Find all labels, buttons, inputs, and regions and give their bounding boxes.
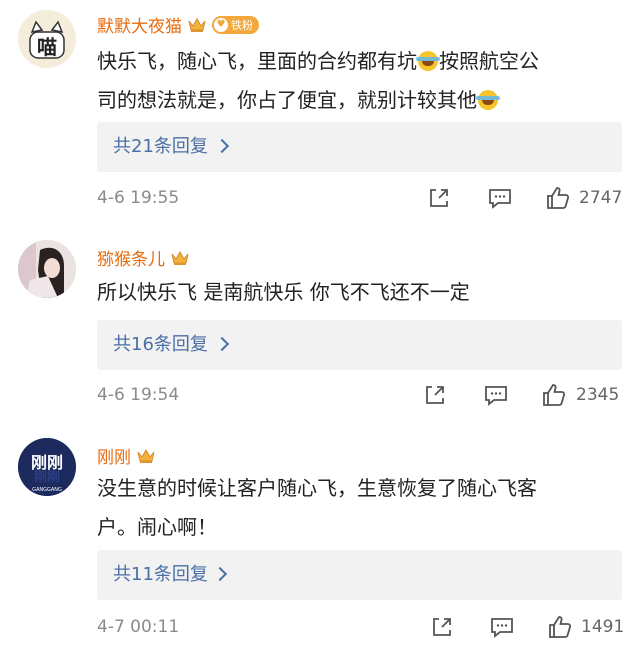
like-count: 2345	[576, 385, 620, 405]
comment-item: 刚刚 刚刚 GANGGANG 刚刚 没生意的时候让客户随心飞，生意恢复了随心飞客…	[0, 425, 640, 649]
reply-count-link[interactable]: 共16条回复	[113, 320, 208, 370]
like-icon[interactable]	[547, 614, 573, 640]
crown-icon	[171, 250, 189, 265]
fan-badge: ♥ 铁粉	[212, 15, 259, 34]
reply-count-link[interactable]: 共21条回复	[113, 122, 208, 172]
avatar[interactable]	[18, 240, 76, 298]
chevron-right-icon	[212, 566, 228, 582]
share-icon[interactable]	[427, 186, 451, 210]
like-count: 1491	[581, 617, 625, 637]
reply-summary[interactable]: 共11条回复	[97, 550, 622, 600]
like-icon[interactable]	[545, 185, 571, 211]
reply-summary[interactable]: 共16条回复	[97, 320, 622, 370]
comment-item: 喵 默默大夜猫 ♥ 铁粉 快乐飞，随心飞，里面的合约都有坑 按照航空公 司的想法就…	[0, 0, 640, 220]
timestamp: 4-7 00:11	[97, 617, 180, 637]
crown-icon	[188, 17, 206, 32]
timestamp: 4-6 19:54	[97, 385, 180, 405]
heart-icon: ♥	[214, 17, 228, 32]
like-icon[interactable]	[541, 382, 567, 408]
username[interactable]: 默默大夜猫 ♥ 铁粉	[97, 12, 259, 37]
comment-icon[interactable]	[483, 383, 509, 407]
cat-avatar-icon: 喵	[18, 10, 76, 68]
comment-icon[interactable]	[487, 186, 513, 210]
avatar[interactable]: 刚刚 刚刚 GANGGANG	[18, 438, 76, 496]
avatar[interactable]: 喵	[18, 10, 76, 68]
like-count: 2747	[579, 188, 623, 208]
laugh-cry-emoji	[476, 90, 500, 110]
laugh-cry-emoji	[416, 51, 440, 71]
comment-text: 没生意的时候让客户随心飞，生意恢复了随心飞客 户。闹心啊！	[97, 476, 537, 539]
svg-text:GANGGANG: GANGGANG	[32, 487, 62, 493]
svg-text:喵: 喵	[37, 35, 57, 59]
comment-icon[interactable]	[489, 615, 515, 639]
svg-text:刚刚: 刚刚	[34, 470, 60, 485]
news-logo-avatar-icon: 刚刚 刚刚 GANGGANG	[18, 438, 76, 496]
reply-count-link[interactable]: 共11条回复	[113, 550, 208, 600]
chevron-right-icon	[214, 336, 230, 352]
reply-summary[interactable]: 共21条回复	[97, 122, 622, 172]
chevron-right-icon	[214, 138, 230, 154]
comment-text: 所以快乐飞 是南航快乐 你飞不飞还不一定	[97, 280, 470, 304]
comment-text: 快乐飞，随心飞，里面的合约都有坑 按照航空公 司的想法就是，你占了便宜，就别计较其…	[97, 49, 539, 112]
portrait-avatar-icon	[18, 240, 76, 298]
timestamp: 4-6 19:55	[97, 188, 180, 208]
comment-item: 猕猴条儿 所以快乐飞 是南航快乐 你飞不飞还不一定 共16条回复 4-6 19:…	[0, 225, 640, 420]
username[interactable]: 猕猴条儿	[97, 245, 189, 270]
crown-icon	[137, 448, 155, 463]
share-icon[interactable]	[423, 383, 447, 407]
share-icon[interactable]	[430, 615, 454, 639]
username[interactable]: 刚刚	[97, 443, 155, 468]
